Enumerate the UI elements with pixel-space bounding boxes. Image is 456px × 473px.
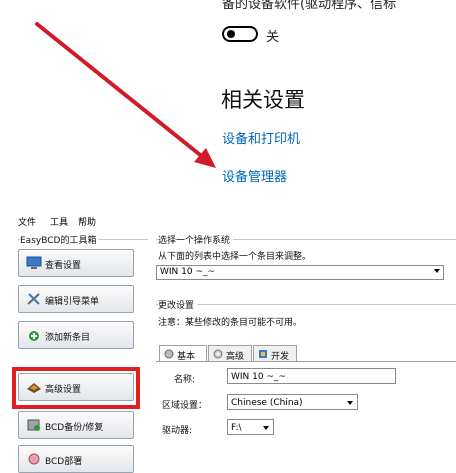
drive-value: F:\ — [231, 423, 242, 433]
backup-icon — [27, 419, 40, 431]
drive-select[interactable]: F:\ — [227, 419, 274, 435]
tab-basic[interactable]: 基本 — [159, 345, 207, 362]
tab-dev[interactable]: 开发 — [253, 345, 297, 362]
change-section-note: 注意：某些修改的条目可能不可用。 — [158, 318, 303, 328]
menu-bar: 文件 工具 帮助 — [14, 213, 456, 229]
highlight-box — [12, 367, 140, 409]
locale-select[interactable]: Chinese (China) — [227, 394, 358, 410]
name-value: WIN 10 ~_~ — [231, 372, 287, 382]
name-label: 名称: — [174, 375, 196, 385]
annotation-arrow — [35, 22, 216, 168]
menu-help[interactable]: 帮助 — [78, 215, 96, 228]
nav-label: 查看设置 — [45, 261, 82, 271]
locale-value: Chinese (China) — [231, 398, 303, 408]
monitor-icon — [26, 256, 42, 269]
basic-icon — [164, 349, 174, 359]
main-panel: 选择一个操作系统 从下面的列表中选择一个条目来调整。 WIN 10 ~_~ 更改… — [156, 231, 456, 455]
add-entry-icon — [29, 331, 39, 341]
bcd-backup-button[interactable]: BCD备份/修复 — [18, 411, 134, 439]
chevron-down-icon — [263, 426, 269, 430]
chevron-down-icon — [434, 269, 440, 273]
nav-label: 添加新条目 — [45, 333, 91, 343]
locale-label: 区域设置： — [162, 401, 208, 411]
nav-label: 编辑引导菜单 — [45, 297, 100, 307]
view-settings-button[interactable]: 查看设置 — [18, 249, 134, 277]
os-section-title: 选择一个操作系统 — [158, 233, 234, 246]
drive-label: 驱动器: — [162, 426, 193, 436]
deploy-icon — [28, 453, 40, 465]
os-section-hint: 从下面的列表中选择一个条目来调整。 — [158, 252, 312, 262]
toolbox-label: EasyBCD的工具箱 — [20, 233, 100, 246]
add-entry-button[interactable]: 添加新条目 — [18, 321, 134, 349]
chevron-down-icon — [347, 401, 353, 405]
bcd-deploy-button[interactable]: BCD部署 — [18, 445, 134, 473]
nav-label: BCD备份/修复 — [45, 423, 104, 433]
os-select-value: WIN 10 ~_~ — [160, 267, 216, 277]
menu-tools[interactable]: 工具 — [50, 215, 68, 228]
change-section-divider — [156, 304, 456, 305]
menu-file[interactable]: 文件 — [18, 215, 36, 228]
easybcd-window: 文件 工具 帮助 EasyBCD的工具箱 查看设置 编辑引导菜单 添加新条目 高… — [12, 213, 456, 473]
tab-panel: 名称: WIN 10 ~_~ 区域设置： Chinese (China) 驱动器… — [156, 361, 456, 455]
tab-advanced[interactable]: 高级 — [208, 345, 252, 362]
tools-icon — [27, 293, 40, 305]
gear-icon — [213, 349, 223, 359]
nav-label: BCD部署 — [45, 457, 83, 467]
toolbox-sidebar: EasyBCD的工具箱 查看设置 编辑引导菜单 添加新条目 高级设置 BCD备份… — [12, 231, 148, 473]
name-input[interactable]: WIN 10 ~_~ — [227, 368, 396, 384]
change-section-title: 更改设置 — [158, 298, 198, 311]
os-select[interactable]: WIN 10 ~_~ — [156, 265, 444, 280]
edit-boot-menu-button[interactable]: 编辑引导菜单 — [18, 285, 134, 313]
dev-icon — [259, 350, 267, 358]
